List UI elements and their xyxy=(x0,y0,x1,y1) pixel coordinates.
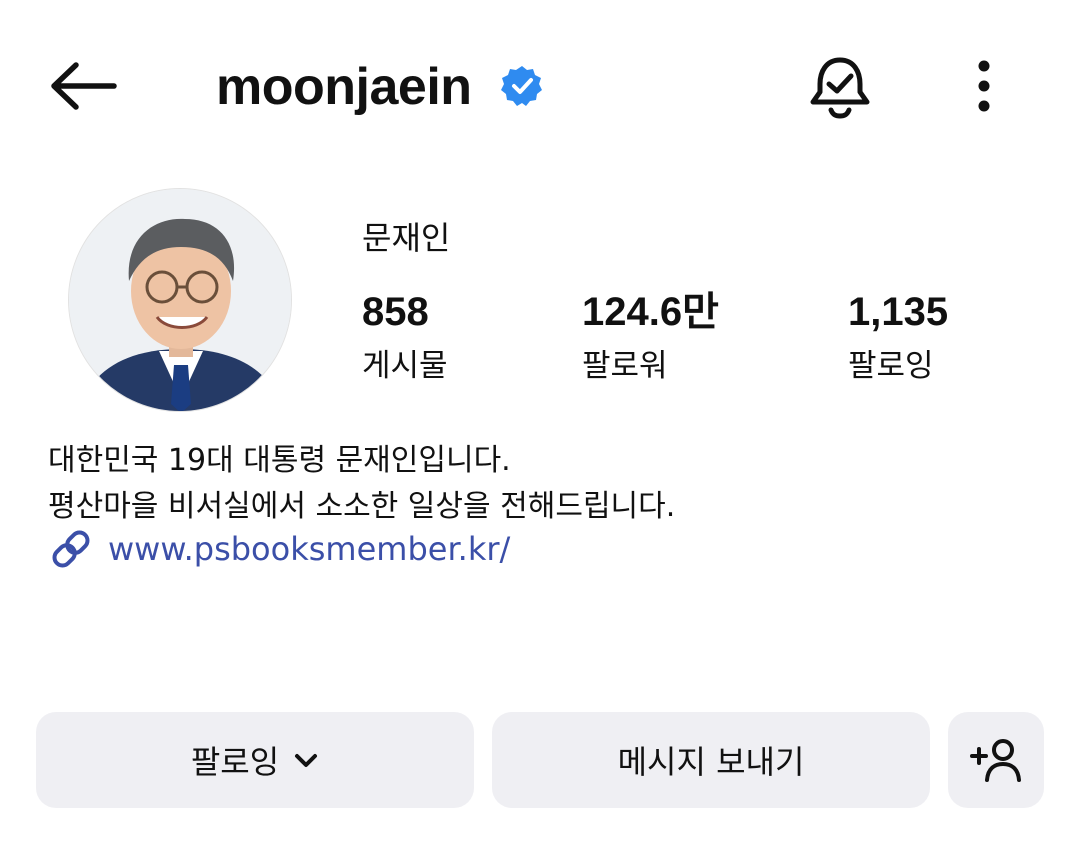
chevron-down-icon xyxy=(295,754,318,767)
profile-link-text[interactable]: www.psbooksmember.kr/ xyxy=(108,526,510,572)
profile-link[interactable]: www.psbooksmember.kr/ xyxy=(48,526,510,572)
following-label: 팔로잉 xyxy=(848,348,934,384)
bell-check-icon xyxy=(810,57,870,119)
notifications-button[interactable] xyxy=(806,52,874,120)
message-button-label: 메시지 보내기 xyxy=(617,743,805,781)
add-person-icon xyxy=(970,739,1021,782)
back-arrow-icon xyxy=(51,62,117,110)
followers-label: 팔로워 xyxy=(582,348,668,384)
message-button[interactable]: 메시지 보내기 xyxy=(492,712,930,808)
following-stat[interactable]: 1,135 팔로잉 xyxy=(848,288,948,388)
followers-stat[interactable]: 124.6만 팔로워 xyxy=(582,288,719,388)
bio-line: 평산마을 비서실에서 소소한 일상을 전해드립니다. xyxy=(48,489,676,524)
profile-username: moonjaein xyxy=(216,58,472,116)
posts-count: 858 xyxy=(362,290,429,334)
profile-bio: 대한민국 19대 대통령 문재인입니다. 평산마을 비서실에서 소소한 일상을 … xyxy=(48,438,675,530)
profile-header: moonjaein xyxy=(0,0,1080,175)
more-options-button[interactable] xyxy=(964,56,1004,116)
more-vertical-icon xyxy=(978,60,990,112)
following-count: 1,135 xyxy=(848,290,949,334)
posts-label: 게시물 xyxy=(362,348,448,384)
posts-stat[interactable]: 858 게시물 xyxy=(362,288,448,388)
profile-avatar[interactable] xyxy=(68,188,292,412)
following-button[interactable]: 팔로잉 xyxy=(36,712,474,808)
bio-line: 대한민국 19대 대통령 문재인입니다. xyxy=(48,443,511,478)
link-icon xyxy=(52,530,90,568)
suggested-users-button[interactable] xyxy=(948,712,1044,808)
back-button[interactable] xyxy=(48,56,120,116)
following-button-label: 팔로잉 xyxy=(190,743,280,781)
profile-full-name: 문재인 xyxy=(362,219,451,257)
verified-badge-icon xyxy=(500,64,544,108)
followers-count: 124.6만 xyxy=(582,290,719,334)
